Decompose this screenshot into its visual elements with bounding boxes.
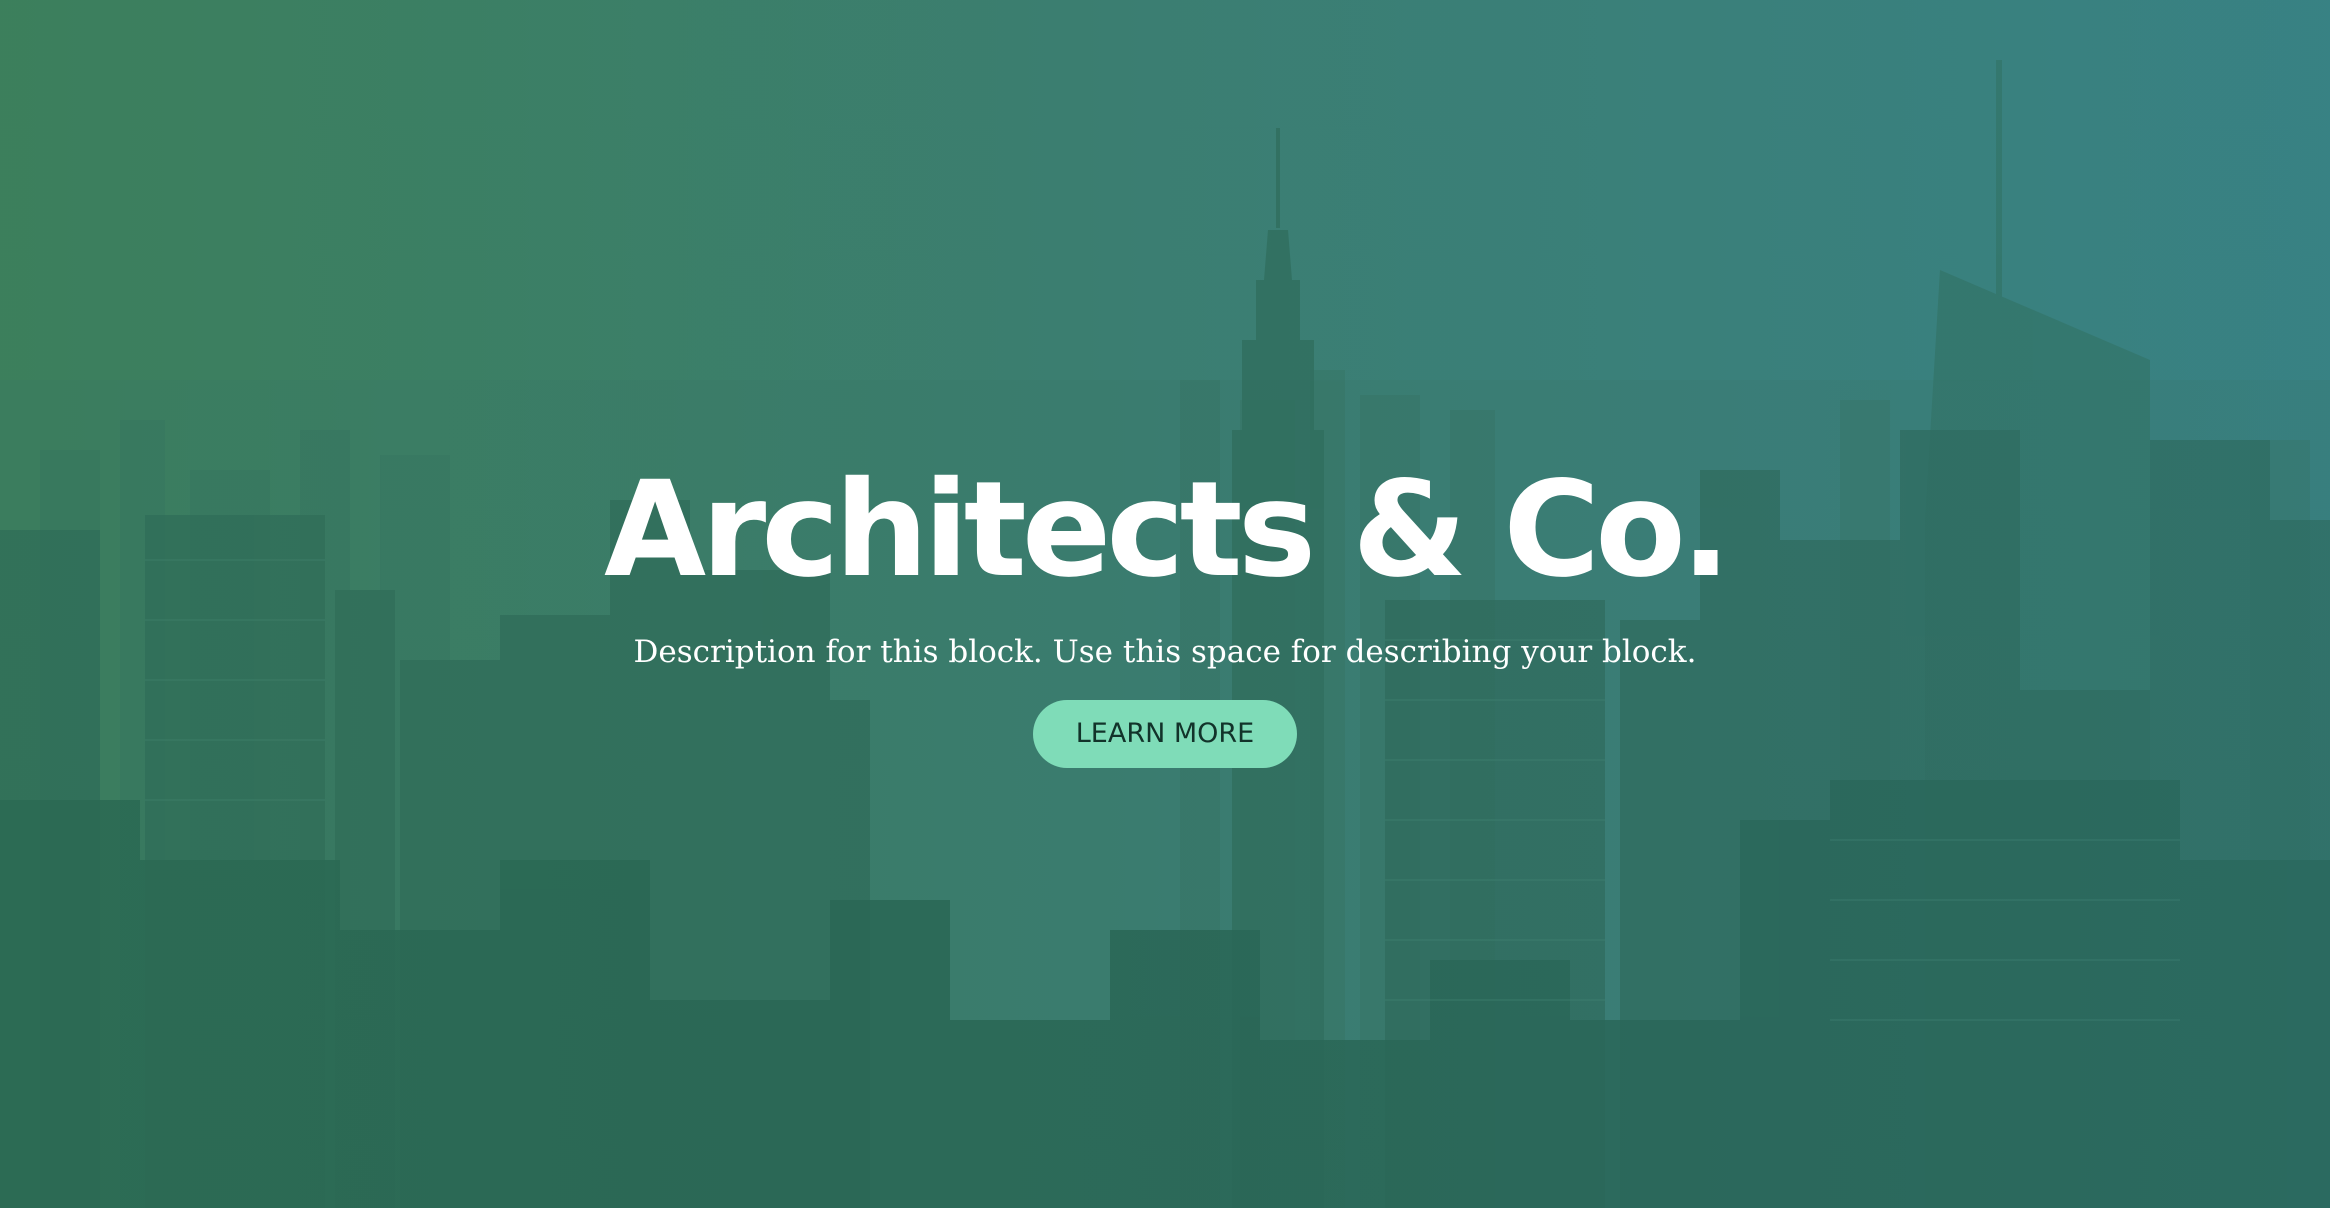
learn-more-button[interactable]: LEARN MORE	[1033, 700, 1297, 768]
hero-section: Architects & Co. Description for this bl…	[0, 0, 2330, 1208]
hero-title: Architects & Co.	[604, 453, 1731, 607]
hero-content: Architects & Co. Description for this bl…	[0, 460, 2330, 768]
hero-description: Description for this block. Use this spa…	[633, 634, 1697, 670]
